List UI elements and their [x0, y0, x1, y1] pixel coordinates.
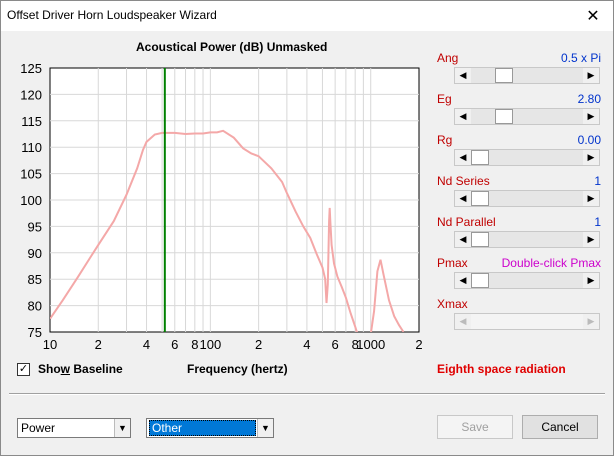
slider-header: Rg 0.00 [437, 133, 601, 147]
slider-label: Eg [437, 92, 452, 106]
slider-header: Nd Series 1 [437, 174, 601, 188]
slider-header: Nd Parallel 1 [437, 215, 601, 229]
arrow-right-icon[interactable]: ▶ [583, 109, 599, 124]
x-tick-label: 2 [95, 337, 102, 352]
y-tick-label: 85 [28, 272, 42, 287]
arrow-right-icon: ▶ [583, 314, 599, 329]
x-axis-label: Frequency (hertz) [187, 362, 288, 376]
slider-thumb[interactable] [471, 150, 489, 165]
slider-label: Ang [437, 51, 459, 65]
slider-value: 2.80 [577, 92, 601, 106]
arrow-right-icon[interactable]: ▶ [583, 232, 599, 247]
y-tick-label: 75 [28, 325, 42, 340]
checkbox-box[interactable]: ✓ [17, 362, 30, 376]
wizard-window: Offset Driver Horn Loudspeaker Wizard ✕ … [0, 0, 614, 456]
slider-thumb[interactable] [494, 68, 513, 83]
title-bar: Offset Driver Horn Loudspeaker Wizard ✕ [1, 1, 613, 31]
slider-value: 1 [594, 215, 601, 229]
slider-header: Xmax [437, 297, 601, 311]
slider-pmax: Pmax Double-click Pmax ◀ ▶ [437, 256, 601, 289]
y-tick-label: 105 [20, 167, 42, 182]
arrow-right-icon[interactable]: ▶ [583, 273, 599, 288]
chart-title: Acoustical Power (dB) Unmasked [136, 40, 328, 54]
x-tick-label: 4 [143, 337, 150, 352]
chevron-down-icon[interactable]: ▼ [114, 419, 130, 437]
window-title: Offset Driver Horn Loudspeaker Wizard [7, 8, 217, 22]
slider-value: 0.00 [577, 133, 601, 147]
arrow-left-icon[interactable]: ◀ [455, 273, 471, 288]
x-tick-label: 2 [415, 337, 422, 352]
chevron-down-icon[interactable]: ▼ [257, 419, 273, 437]
slider-track[interactable]: ◀ ▶ [454, 108, 600, 125]
slider-label: Nd Series [437, 174, 490, 188]
slider-track[interactable]: ◀ ▶ [454, 67, 600, 84]
arrow-right-icon[interactable]: ▶ [583, 150, 599, 165]
y-tick-label: 90 [28, 246, 42, 261]
slider-value[interactable]: Double-click Pmax [502, 256, 601, 270]
x-tick-label: 4 [303, 337, 310, 352]
arrow-left-icon[interactable]: ◀ [455, 232, 471, 247]
y-tick-label: 110 [21, 140, 42, 155]
slider-track[interactable]: ◀ ▶ [454, 231, 600, 248]
slider-ang: Ang 0.5 x Pi ◀ ▶ [437, 51, 601, 84]
plot-type-select[interactable]: Power ▼ [17, 418, 131, 438]
x-tick-label: 10 [43, 337, 57, 352]
show-baseline-checkbox[interactable]: ✓ Show Baseline [17, 362, 123, 376]
slider-label: Xmax [437, 297, 468, 311]
y-tick-label: 100 [20, 193, 42, 208]
slider-eg: Eg 2.80 ◀ ▶ [437, 92, 601, 125]
slider-track[interactable]: ◀ ▶ [454, 149, 600, 166]
slider-track[interactable]: ◀ ▶ [454, 272, 600, 289]
slider-thumb[interactable] [471, 191, 489, 206]
slider-thumb[interactable] [494, 109, 513, 124]
slider-label: Rg [437, 133, 453, 147]
show-baseline-label: Show Baseline [38, 362, 123, 376]
close-icon[interactable]: ✕ [573, 1, 613, 31]
y-tick-label: 80 [28, 299, 42, 314]
arrow-left-icon[interactable]: ◀ [455, 109, 471, 124]
slider-label: Pmax [437, 256, 468, 270]
x-tick-label: 100 [200, 337, 222, 352]
y-tick-label: 95 [28, 219, 42, 234]
x-tick-label: 6 [332, 337, 339, 352]
power-response-chart: 758085909510010511011512012510 2 4 6 8 100 2 4 6… [20, 61, 422, 352]
arrow-left-icon[interactable]: ◀ [455, 68, 471, 83]
y-tick-label: 125 [20, 61, 42, 76]
slider-xmax: Xmax ◀ ▶ [437, 297, 601, 330]
separator [9, 393, 605, 395]
arrow-left-icon[interactable]: ◀ [455, 191, 471, 206]
y-tick-label: 115 [21, 114, 42, 129]
x-tick-label: 2 [255, 337, 262, 352]
slider-rg: Rg 0.00 ◀ ▶ [437, 133, 601, 166]
slider-label: Nd Parallel [437, 215, 496, 229]
slider-header: Pmax Double-click Pmax [437, 256, 601, 270]
slider-header: Eg 2.80 [437, 92, 601, 106]
radiation-mode-label: Eighth space radiation [437, 362, 566, 376]
plot-type-value: Power [21, 421, 56, 435]
x-tick-label: 8 [191, 337, 198, 352]
save-button[interactable]: Save [437, 415, 513, 439]
arrow-left-icon: ◀ [455, 314, 471, 329]
y-tick-label: 120 [20, 87, 42, 102]
slider-thumb[interactable] [471, 232, 489, 247]
slider-nd-series: Nd Series 1 ◀ ▶ [437, 174, 601, 207]
slider-track[interactable]: ◀ ▶ [454, 190, 600, 207]
cancel-button[interactable]: Cancel [522, 415, 598, 439]
arrow-right-icon[interactable]: ▶ [583, 68, 599, 83]
driver-type-value: Other [149, 420, 256, 436]
slider-header: Ang 0.5 x Pi [437, 51, 601, 65]
x-tick-label: 6 [171, 337, 178, 352]
arrow-left-icon[interactable]: ◀ [455, 150, 471, 165]
slider-nd-parallel: Nd Parallel 1 ◀ ▶ [437, 215, 601, 248]
arrow-right-icon[interactable]: ▶ [583, 191, 599, 206]
slider-value: 1 [594, 174, 601, 188]
slider-value: 0.5 x Pi [560, 51, 601, 65]
driver-type-select[interactable]: Other ▼ [146, 418, 274, 438]
slider-thumb[interactable] [471, 273, 489, 288]
x-tick-label: 1000 [356, 337, 385, 352]
slider-track: ◀ ▶ [454, 313, 600, 330]
